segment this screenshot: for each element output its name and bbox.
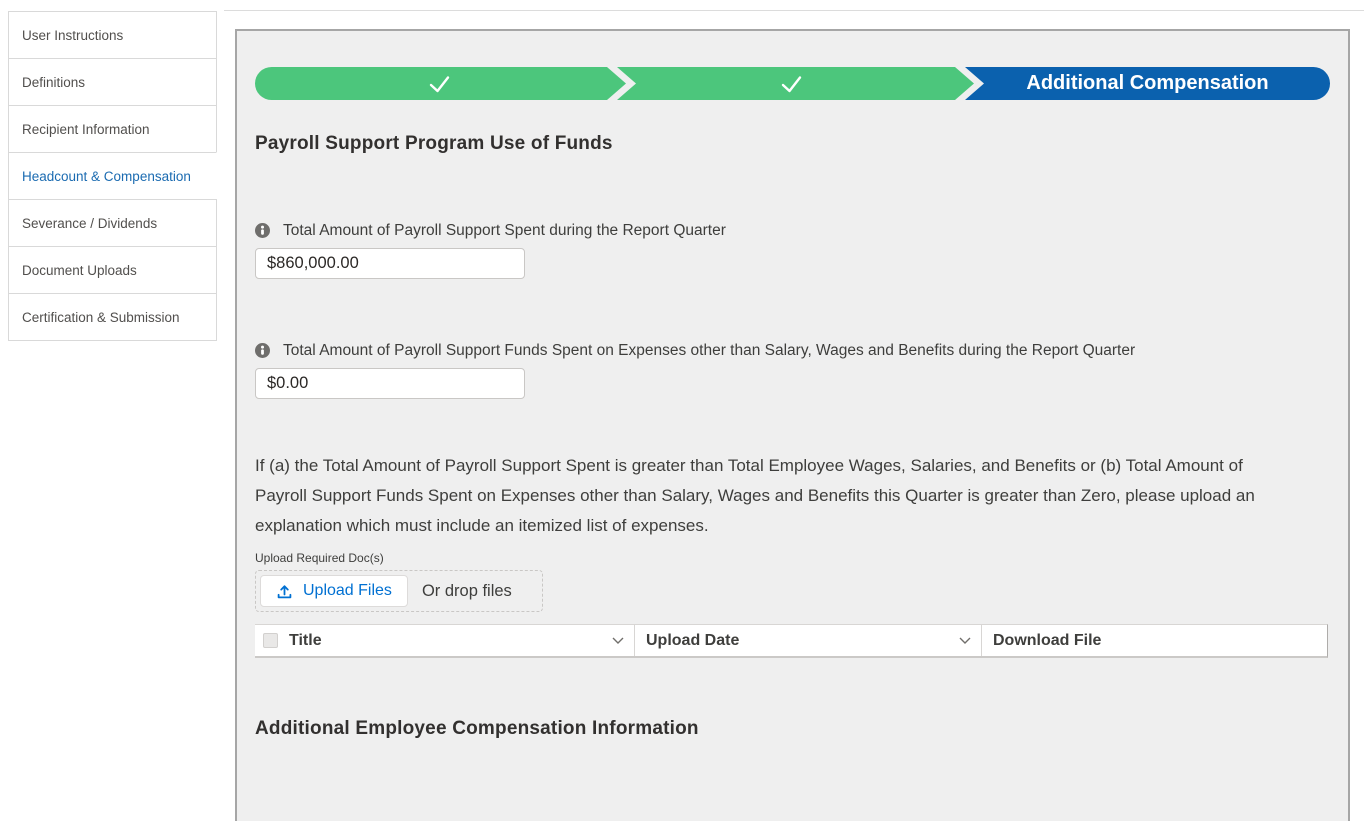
drop-files-text: Or drop files bbox=[422, 582, 512, 601]
file-dropzone[interactable]: Upload Files Or drop files bbox=[255, 570, 543, 612]
sidebar-item-user-instructions[interactable]: User Instructions bbox=[8, 11, 217, 59]
field-total-payroll-support-spent: Total Amount of Payroll Support Spent du… bbox=[255, 217, 1330, 279]
sidebar-item-label: Document Uploads bbox=[22, 263, 137, 278]
field-funds-spent-other-expenses: Total Amount of Payroll Support Funds Sp… bbox=[255, 337, 1330, 399]
top-divider bbox=[224, 10, 1364, 11]
sidebar-item-label: Headcount & Compensation bbox=[22, 169, 191, 184]
upload-button-label: Upload Files bbox=[303, 582, 392, 600]
documents-table-header: Title Upload Date Download File bbox=[255, 624, 1328, 658]
sidebar-item-severance-dividends[interactable]: Severance / Dividends bbox=[8, 199, 217, 247]
sidebar-item-document-uploads[interactable]: Document Uploads bbox=[8, 246, 217, 294]
upload-instruction-text: If (a) the Total Amount of Payroll Suppo… bbox=[255, 451, 1265, 541]
sidebar-item-recipient-information[interactable]: Recipient Information bbox=[8, 105, 217, 153]
column-label: Download File bbox=[993, 632, 1101, 650]
funds-spent-other-expenses-input[interactable] bbox=[255, 368, 525, 399]
column-header-upload-date[interactable]: Upload Date bbox=[635, 625, 982, 656]
chevron-down-icon[interactable] bbox=[959, 637, 971, 644]
upload-icon bbox=[276, 583, 293, 600]
sidebar-item-label: User Instructions bbox=[22, 28, 123, 43]
info-icon[interactable] bbox=[255, 223, 270, 238]
column-header-download-file[interactable]: Download File bbox=[982, 625, 1327, 656]
chevron-down-icon[interactable] bbox=[612, 637, 624, 644]
info-icon[interactable] bbox=[255, 343, 270, 358]
sidebar: User Instructions Definitions Recipient … bbox=[8, 11, 217, 341]
content-panel: Additional Compensation Payroll Support … bbox=[235, 29, 1350, 821]
upload-required-docs-label: Upload Required Doc(s) bbox=[255, 551, 1330, 565]
sidebar-item-definitions[interactable]: Definitions bbox=[8, 58, 217, 106]
sidebar-item-label: Certification & Submission bbox=[22, 310, 180, 325]
progress-step-1-complete[interactable] bbox=[255, 67, 626, 100]
column-label: Title bbox=[289, 632, 322, 650]
checkbox-cell bbox=[255, 625, 285, 656]
total-payroll-support-spent-input[interactable] bbox=[255, 248, 525, 279]
section-title-use-of-funds: Payroll Support Program Use of Funds bbox=[255, 133, 1330, 155]
sidebar-item-headcount-compensation[interactable]: Headcount & Compensation bbox=[8, 152, 217, 200]
sidebar-item-certification-submission[interactable]: Certification & Submission bbox=[8, 293, 217, 341]
progress-bar: Additional Compensation bbox=[255, 67, 1330, 100]
sidebar-item-label: Severance / Dividends bbox=[22, 216, 157, 231]
progress-step-3-current[interactable] bbox=[965, 67, 1330, 100]
column-header-title[interactable]: Title bbox=[285, 625, 635, 656]
sidebar-item-label: Definitions bbox=[22, 75, 85, 90]
select-all-checkbox[interactable] bbox=[263, 633, 278, 648]
section-title-additional-compensation: Additional Employee Compensation Informa… bbox=[255, 718, 1330, 740]
field-label: Total Amount of Payroll Support Funds Sp… bbox=[283, 337, 1135, 364]
upload-files-button[interactable]: Upload Files bbox=[260, 575, 408, 607]
sidebar-item-label: Recipient Information bbox=[22, 122, 150, 137]
column-label: Upload Date bbox=[646, 632, 739, 650]
field-label: Total Amount of Payroll Support Spent du… bbox=[283, 217, 726, 244]
